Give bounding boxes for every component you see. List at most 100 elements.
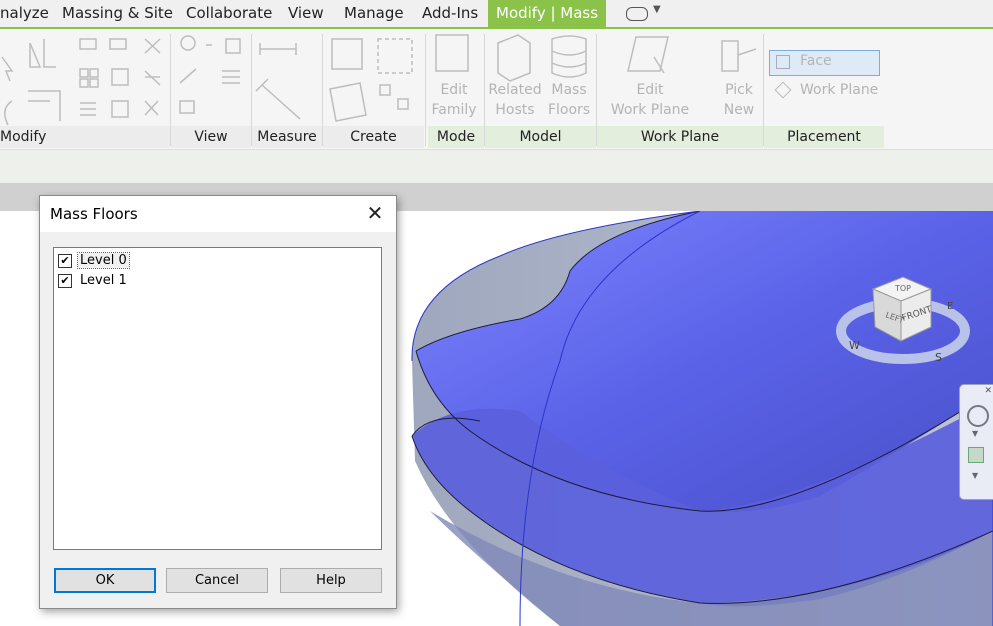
ribbon-divider xyxy=(170,34,171,146)
scale-icon xyxy=(111,68,129,86)
help-button[interactable]: Help xyxy=(280,568,382,593)
dialog-title-bar[interactable]: Mass Floors ✕ xyxy=(40,196,396,232)
edit-family-icon xyxy=(435,34,469,72)
panel-mode-label: Mode xyxy=(436,129,476,145)
delete-icon xyxy=(144,100,159,116)
face-icon xyxy=(776,55,790,69)
close-icon[interactable]: ✕ xyxy=(364,202,386,224)
ribbon-divider xyxy=(484,34,485,146)
tab-analyze[interactable]: nalyze xyxy=(0,0,49,27)
chevron-down-icon[interactable]: ▼ xyxy=(653,4,661,15)
linework-icon xyxy=(222,70,240,84)
ribbon-divider xyxy=(763,34,764,146)
options-bar xyxy=(0,149,993,183)
level-1-checkbox[interactable]: ✔ xyxy=(58,274,72,288)
tab-add-ins[interactable]: Add-Ins xyxy=(422,0,478,27)
related-hosts-label-1: Related xyxy=(488,82,542,98)
edit-family-label-1: Edit xyxy=(440,82,468,98)
face-button[interactable]: Face xyxy=(769,50,880,76)
close-icon[interactable]: ✕ xyxy=(984,386,992,396)
panel-measure: Measure xyxy=(252,126,322,148)
level-0-label[interactable]: Level 0 xyxy=(77,252,130,269)
related-hosts-label-2: Hosts xyxy=(495,102,535,118)
tab-modify-mass[interactable]: Modify | Mass xyxy=(488,0,607,27)
panel-create-label: Create xyxy=(350,129,397,145)
edit-work-plane-label-2: Work Plane xyxy=(610,102,690,118)
related-hosts-button[interactable]: Related Hosts xyxy=(486,80,544,120)
move-icon xyxy=(28,90,61,121)
pick-new-label-2: New xyxy=(723,102,755,118)
mass-floors-icon xyxy=(551,35,587,78)
tab-manage[interactable]: Manage xyxy=(344,0,404,27)
mass-floors-label-2: Floors xyxy=(547,102,591,118)
ribbon-display-toggle-icon[interactable] xyxy=(626,7,648,21)
pick-new-icon xyxy=(721,40,757,72)
mass-floors-button[interactable]: Mass Floors xyxy=(545,80,593,120)
work-plane-placement-button[interactable]: Work Plane xyxy=(769,79,889,103)
panel-work-plane: Work Plane xyxy=(597,126,763,148)
ribbon-divider xyxy=(596,34,597,146)
edit-work-plane-button[interactable]: Edit Work Plane xyxy=(608,80,692,120)
panel-view-label: View xyxy=(194,129,228,145)
mirror-icon xyxy=(109,38,127,50)
offset-icon xyxy=(79,38,97,50)
ribbon-divider xyxy=(322,34,323,146)
panel-modify: Modify xyxy=(0,126,170,148)
array-icon xyxy=(80,102,96,116)
component-icon xyxy=(331,38,363,70)
tab-collaborate[interactable]: Collaborate xyxy=(186,0,272,27)
viewcube[interactable]: TOP LEFT FRONT W S E xyxy=(835,269,975,379)
panel-view: View xyxy=(171,126,251,148)
panel-placement: Placement xyxy=(764,126,884,148)
align-icon xyxy=(29,39,56,68)
panel-create: Create xyxy=(323,126,424,148)
ribbon-divider xyxy=(425,34,426,146)
dialog-title: Mass Floors xyxy=(50,205,138,223)
levels-list[interactable]: ✔ Level 0 ✔ Level 1 xyxy=(53,247,382,550)
create-group-icon xyxy=(377,38,413,74)
ribbon-tab-bar: nalyze Massing & Site Collaborate View M… xyxy=(0,0,993,29)
steering-wheel-icon[interactable] xyxy=(967,405,989,427)
compass-west-label: W xyxy=(849,339,860,352)
edit-family-button[interactable]: Edit Family xyxy=(429,80,479,120)
viewcube-top-label: TOP xyxy=(894,284,911,293)
panel-mode: Mode xyxy=(428,126,484,148)
panel-modify-label: Modify xyxy=(0,129,47,145)
panel-model: Model xyxy=(485,126,596,148)
split-icon xyxy=(144,70,161,86)
work-plane-label: Work Plane xyxy=(800,82,879,98)
rotate-icon xyxy=(4,100,13,126)
level-1-label[interactable]: Level 1 xyxy=(80,273,127,288)
pick-new-button[interactable]: Pick New xyxy=(718,80,760,120)
panel-placement-label: Placement xyxy=(787,129,861,145)
lightbulb-icon xyxy=(180,35,196,51)
trim-icon xyxy=(144,38,161,54)
edit-work-plane-label-1: Edit xyxy=(636,82,664,98)
hide-icon xyxy=(179,100,195,114)
compass-south-label: S xyxy=(935,351,942,364)
related-hosts-icon xyxy=(497,34,531,82)
paint-icon xyxy=(179,68,197,84)
cancel-button[interactable]: Cancel xyxy=(166,568,268,593)
dimension-icon xyxy=(255,78,301,120)
pick-new-label-1: Pick xyxy=(725,82,753,98)
chevron-down-icon[interactable]: ▼ xyxy=(972,429,978,438)
cursor-icon xyxy=(1,56,14,82)
ok-button[interactable]: OK xyxy=(54,568,156,593)
tab-view[interactable]: View xyxy=(288,0,324,27)
edit-family-label-2: Family xyxy=(431,102,477,118)
mass-floors-dialog: Mass Floors ✕ ✔ Level 0 ✔ Level 1 OK Can… xyxy=(39,195,397,609)
create-parts-icon xyxy=(329,82,367,122)
view-icon xyxy=(225,38,241,54)
panel-work-plane-label: Work Plane xyxy=(640,129,720,145)
mass-floors-label-1: Mass xyxy=(551,82,587,98)
zoom-icon[interactable] xyxy=(968,447,984,463)
chevron-down-icon[interactable]: ▼ xyxy=(972,471,978,480)
navigation-bar[interactable]: ✕ ▼ ▼ xyxy=(959,384,993,500)
tab-massing-site[interactable]: Massing & Site xyxy=(62,0,173,27)
panel-measure-label: Measure xyxy=(257,129,317,145)
edit-work-plane-icon xyxy=(627,36,669,74)
pin-icon xyxy=(111,100,129,118)
level-0-checkbox[interactable]: ✔ xyxy=(58,254,72,268)
panel-model-label: Model xyxy=(519,129,562,145)
